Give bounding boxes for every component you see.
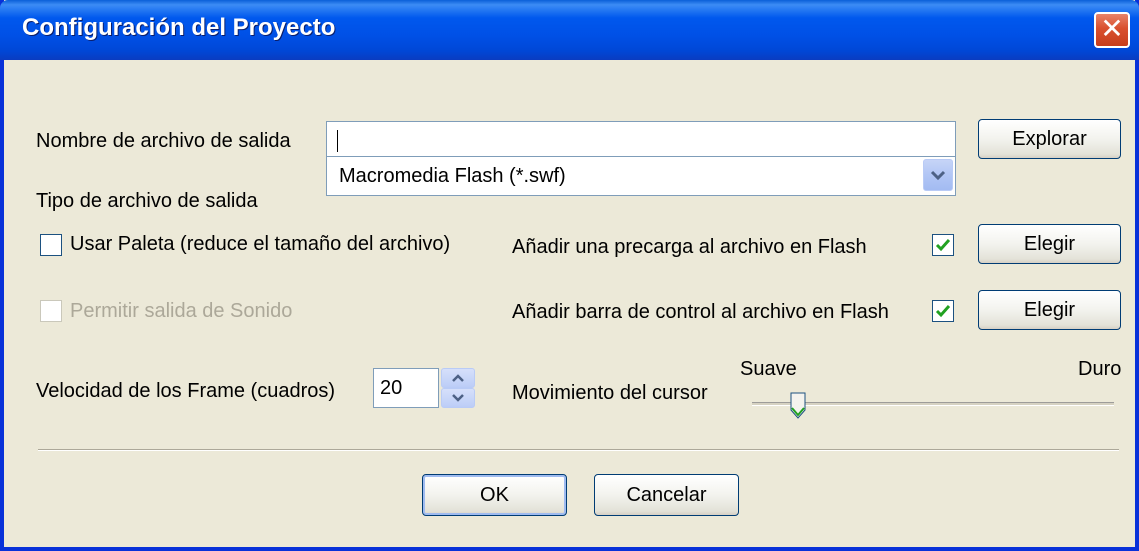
cancel-button[interactable]: Cancelar	[594, 474, 739, 516]
frame-rate-value: 20	[380, 377, 403, 399]
preloader-choose-label: Elegir	[1023, 233, 1076, 255]
chevron-down-icon	[930, 170, 946, 181]
browse-button[interactable]: Explorar	[978, 119, 1121, 159]
spin-up-button[interactable]	[441, 368, 475, 388]
allow-sound-checkbox	[40, 300, 62, 322]
allow-sound-label: Permitir salida de Sonido	[70, 300, 293, 322]
cursor-motion-label: Movimiento del cursor	[512, 382, 708, 404]
frame-rate-label: Velocidad de los Frame (cuadros)	[36, 380, 336, 402]
control-bar-checkbox[interactable]	[932, 300, 954, 322]
dropdown-button[interactable]	[923, 159, 953, 191]
dialog-window: Configuración del Proyecto ✕ Nombre de a…	[0, 0, 1139, 551]
frame-rate-spinner[interactable]	[441, 368, 475, 408]
frame-rate-input[interactable]: 20	[373, 368, 439, 408]
use-palette-checkbox[interactable]	[40, 234, 62, 256]
preloader-checkbox[interactable]	[932, 234, 954, 256]
output-type-value: Macromedia Flash (*.swf)	[339, 165, 566, 187]
cursor-motion-slider[interactable]	[752, 402, 1114, 406]
title-bar[interactable]: Configuración del Proyecto ✕	[0, 0, 1139, 60]
browse-button-label: Explorar	[1012, 128, 1087, 150]
check-icon	[935, 305, 951, 318]
output-file-label: Nombre de archivo de salida	[36, 130, 291, 152]
preloader-choose-button[interactable]: Elegir	[978, 224, 1121, 264]
spin-down-button[interactable]	[441, 388, 475, 408]
cancel-button-label: Cancelar	[626, 484, 707, 506]
arrow-up-icon	[452, 374, 464, 382]
dialog-title: Configuración del Proyecto	[22, 14, 336, 41]
separator	[38, 449, 1119, 451]
output-type-select[interactable]: Macromedia Flash (*.swf)	[326, 156, 956, 196]
control-bar-label: Añadir barra de control al archivo en Fl…	[512, 301, 889, 323]
control-bar-choose-label: Elegir	[1023, 299, 1076, 321]
slider-min-label: Suave	[740, 358, 797, 380]
text-caret	[337, 130, 338, 152]
ok-button[interactable]: OK	[422, 474, 567, 516]
ok-button-label: OK	[480, 484, 509, 506]
output-file-input[interactable]	[326, 121, 956, 159]
check-icon	[935, 239, 951, 252]
preloader-label: Añadir una precarga al archivo en Flash	[512, 236, 867, 258]
output-type-label: Tipo de archivo de salida	[36, 190, 258, 212]
slider-max-label: Duro	[1078, 358, 1122, 380]
close-icon: ✕	[1100, 13, 1124, 44]
close-button[interactable]: ✕	[1094, 12, 1130, 48]
control-bar-choose-button[interactable]: Elegir	[978, 290, 1121, 330]
slider-thumb[interactable]	[790, 392, 806, 420]
arrow-down-icon	[452, 394, 464, 402]
use-palette-label: Usar Paleta (reduce el tamaño del archiv…	[70, 233, 451, 255]
